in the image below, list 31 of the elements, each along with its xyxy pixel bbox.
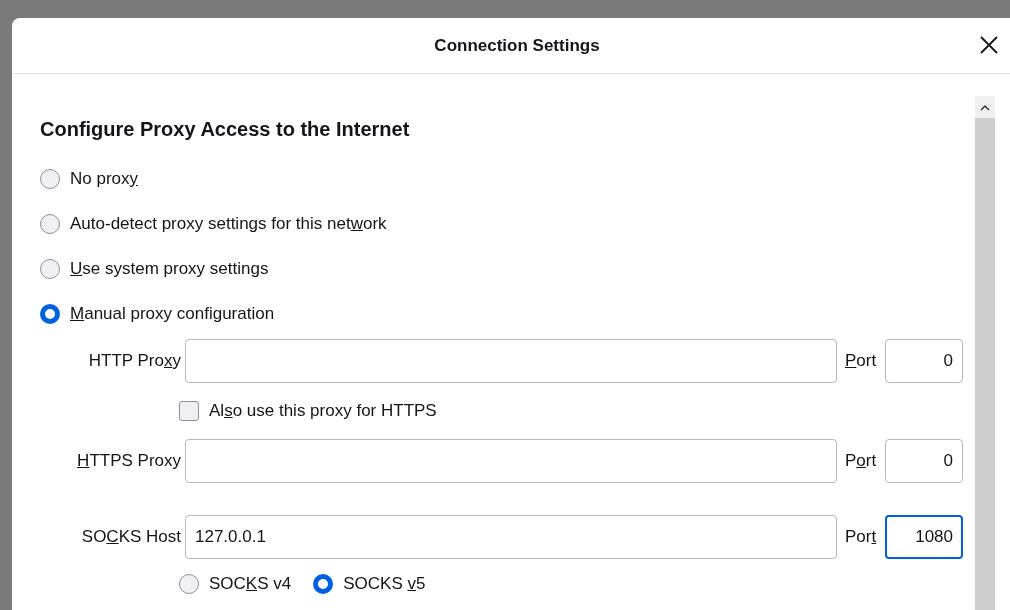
radio-option[interactable]: Auto-detect proxy settings for this network bbox=[40, 201, 387, 246]
field-label: HTTP Proxy bbox=[88, 351, 181, 371]
field-label: SOCKS Host bbox=[81, 527, 181, 547]
checkbox-option[interactable]: Also use this proxy for HTTPS bbox=[179, 383, 437, 439]
port-label: Port bbox=[845, 527, 877, 547]
radio-option[interactable]: Use system proxy settings bbox=[40, 246, 269, 291]
radio-option[interactable]: SOCKS v4 bbox=[179, 561, 292, 607]
port-field[interactable]: 1080 bbox=[885, 515, 963, 559]
host-field[interactable] bbox=[185, 439, 837, 483]
checkbox[interactable] bbox=[179, 401, 199, 421]
port-label: Port bbox=[845, 351, 877, 371]
radio-option[interactable]: Manual proxy configuration bbox=[40, 291, 275, 336]
host-field[interactable]: 127.0.0.1 bbox=[185, 515, 837, 559]
scroll-up-icon[interactable] bbox=[980, 103, 990, 111]
close-icon bbox=[979, 35, 999, 55]
dialog-title: Connection Settings bbox=[434, 35, 600, 56]
port-field[interactable]: 0 bbox=[885, 339, 963, 383]
host-field[interactable] bbox=[185, 339, 837, 383]
radio-option[interactable]: No proxy bbox=[40, 156, 139, 201]
section-heading: Configure Proxy Access to the Internet bbox=[40, 118, 411, 142]
port-label: Port bbox=[845, 451, 877, 471]
port-field[interactable]: 0 bbox=[885, 439, 963, 483]
radio-option[interactable]: SOCKS v5 bbox=[313, 561, 426, 607]
radio-indicator[interactable] bbox=[179, 574, 199, 594]
radio-indicator[interactable] bbox=[313, 574, 334, 594]
radio-indicator[interactable] bbox=[40, 303, 60, 324]
radio-indicator[interactable] bbox=[40, 258, 60, 279]
scrollbar[interactable] bbox=[975, 96, 995, 610]
field-label: HTTPS Proxy bbox=[77, 451, 181, 471]
radio-indicator[interactable] bbox=[40, 213, 60, 234]
radio-indicator[interactable] bbox=[40, 168, 60, 189]
